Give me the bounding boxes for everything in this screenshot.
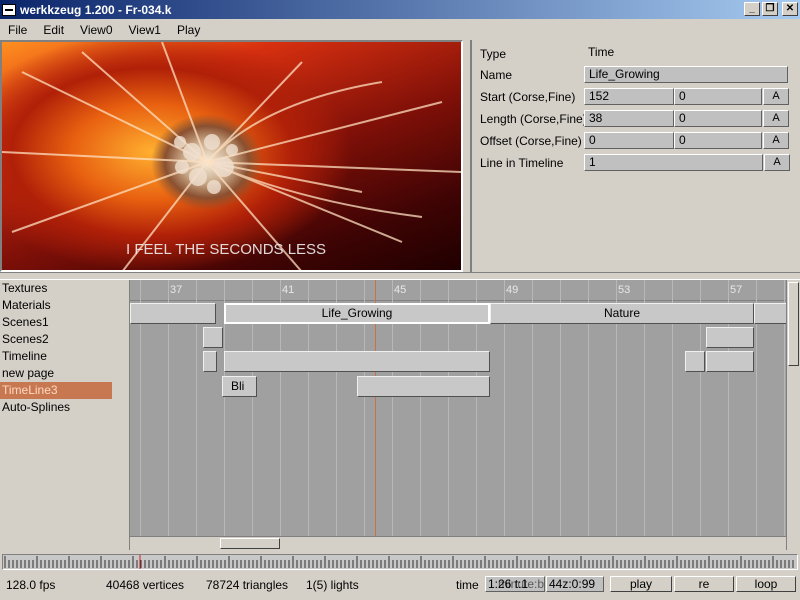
global-time-ruler-ticks (4, 555, 794, 569)
global-time-ruler[interactable] (2, 554, 798, 570)
title-bar: werkkzeug 1.200 - Fr-034.k _ ❐ ✕ (0, 0, 800, 19)
timeline-clip[interactable] (754, 303, 786, 324)
time-field[interactable]: 1:26 t:1 minute:bar (485, 576, 545, 592)
start-label: Start (Corse,Fine) (480, 89, 576, 104)
properties-panel: Type Time Name Life_Growing Start (Corse… (470, 40, 800, 272)
timeline-clip[interactable]: Nature (490, 303, 754, 324)
offset-anim-button[interactable]: A (763, 132, 789, 149)
time-format: minute:bar (498, 577, 545, 591)
start-coarse-field[interactable]: 152 (584, 88, 674, 105)
offset-coarse-field[interactable]: 0 (584, 132, 674, 149)
play-button[interactable]: play (610, 576, 672, 592)
offset-fine-field[interactable]: 0 (674, 132, 762, 149)
length-label: Length (Corse,Fine) (480, 111, 584, 126)
render-preview[interactable]: I FEEL THE SECONDS LESS (0, 40, 463, 272)
timeline-clip[interactable] (203, 327, 223, 348)
line-field[interactable]: 1 (584, 154, 763, 171)
fps-readout: 128.0 fps (6, 578, 56, 592)
timeline-vertical-scrollbar[interactable] (786, 280, 800, 550)
re-button[interactable]: re (674, 576, 734, 592)
preview-artwork (2, 42, 461, 270)
app-icon (2, 3, 16, 16)
timeline-ruler[interactable]: 37 41 45 49 53 57 (130, 280, 786, 301)
ruler-tick: 41 (282, 284, 295, 296)
menu-edit[interactable]: Edit (35, 23, 72, 37)
window-title: werkkzeug 1.200 - Fr-034.k (20, 2, 172, 17)
offset-label: Offset (Corse,Fine) (480, 133, 582, 148)
page-item[interactable]: Scenes1 (0, 314, 112, 331)
status-bar: 128.0 fps 40468 vertices 78724 triangles… (0, 574, 800, 600)
vertical-splitter[interactable] (112, 280, 130, 550)
timeline-clip[interactable] (685, 351, 705, 372)
page-item-selected[interactable]: TimeLine3 (0, 382, 112, 399)
ruler-tick: 53 (618, 284, 631, 296)
timeline-clip[interactable] (203, 351, 217, 372)
page-item[interactable]: Auto-Splines (0, 399, 112, 416)
horizontal-scroll-thumb[interactable] (220, 538, 280, 549)
timeline-clip[interactable] (130, 303, 216, 324)
page-item[interactable]: Timeline (0, 348, 112, 365)
length-anim-button[interactable]: A (763, 110, 789, 127)
ruler-tick: 37 (170, 284, 183, 296)
page-list: Textures Materials Scenes1 Scenes2 Timel… (0, 280, 112, 550)
loop-button[interactable]: loop (736, 576, 796, 592)
name-label: Name (480, 67, 513, 82)
timeline-view[interactable]: 37 41 45 49 53 57 Life_Growing Nature Bl… (130, 280, 786, 536)
timeline-clip[interactable] (357, 376, 490, 397)
page-item[interactable]: Materials (0, 297, 112, 314)
minimize-button[interactable]: _ (744, 2, 760, 16)
menu-file[interactable]: File (0, 23, 35, 37)
timeline-clip[interactable]: Bli (222, 376, 257, 397)
lights-readout: 1(5) lights (306, 578, 359, 592)
ruler-tick: 57 (730, 284, 743, 296)
time-label: time (456, 578, 479, 592)
start-fine-field[interactable]: 0 (674, 88, 762, 105)
beat-field[interactable]: 44z:0:99 (546, 576, 604, 592)
menu-play[interactable]: Play (169, 23, 208, 37)
timeline-clip[interactable] (706, 351, 754, 372)
close-button[interactable]: ✕ (782, 2, 798, 16)
length-fine-field[interactable]: 0 (674, 110, 762, 127)
ruler-tick: 49 (506, 284, 519, 296)
length-coarse-field[interactable]: 38 (584, 110, 674, 127)
start-anim-button[interactable]: A (763, 88, 789, 105)
maximize-button[interactable]: ❐ (762, 2, 778, 16)
timeline-clip[interactable] (706, 327, 754, 348)
menu-view0[interactable]: View0 (72, 23, 120, 37)
horizontal-splitter[interactable] (0, 272, 800, 280)
preview-caption: I FEEL THE SECONDS LESS (126, 241, 327, 258)
page-item[interactable]: Textures (0, 280, 112, 297)
vertices-readout: 40468 vertices (106, 578, 185, 592)
menu-view1[interactable]: View1 (121, 23, 169, 37)
type-label: Type (480, 46, 507, 61)
page-item[interactable]: Scenes2 (0, 331, 112, 348)
type-value: Time (588, 45, 615, 59)
line-label: Line in Timeline (480, 155, 564, 170)
timeline-horizontal-scrollbar[interactable] (130, 536, 786, 550)
timeline-clip-selected[interactable]: Life_Growing (224, 303, 490, 324)
timeline-clip[interactable] (224, 351, 490, 372)
ruler-tick: 45 (394, 284, 407, 296)
line-anim-button[interactable]: A (764, 154, 790, 171)
vertical-scroll-thumb[interactable] (788, 282, 799, 366)
name-field[interactable]: Life_Growing (584, 66, 788, 83)
menu-bar: File Edit View0 View1 Play (0, 19, 800, 40)
page-item[interactable]: new page (0, 365, 112, 382)
triangles-readout: 78724 triangles (206, 578, 289, 592)
